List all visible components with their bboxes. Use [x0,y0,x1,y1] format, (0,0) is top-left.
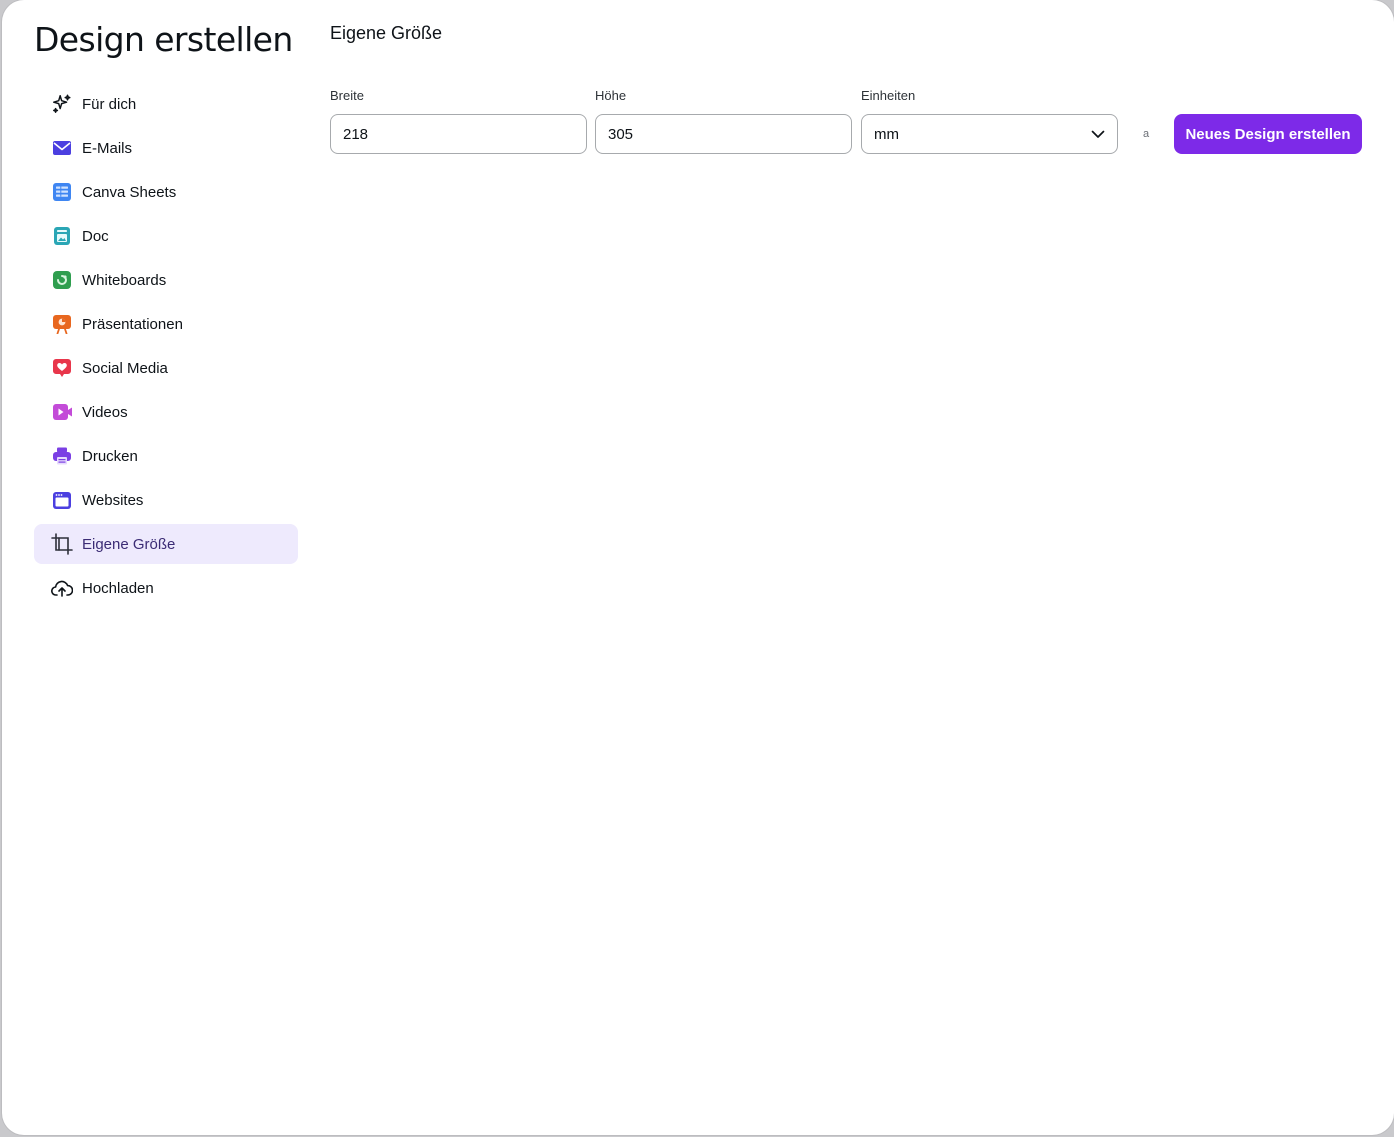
sidebar-item-doc[interactable]: Doc [34,216,298,256]
sheet-icon [50,180,74,204]
sidebar-item-label: Für dich [82,95,137,113]
width-input[interactable] [330,114,587,154]
sidebar-item-label: Drucken [82,447,138,465]
sidebar-item-praesentationen[interactable]: Präsentationen [34,304,298,344]
units-selected-value: mm [874,125,899,143]
sidebar-item-label: Doc [82,227,109,245]
sidebar-item-canva-sheets[interactable]: Canva Sheets [34,172,298,212]
custom-size-panel: Eigene Größe Breite Höhe Einheiten mm a … [330,0,1394,1135]
video-icon [50,400,74,424]
sidebar-item-label: E-Mails [82,139,133,157]
sidebar-item-label: Social Media [82,359,168,377]
sidebar-nav: Für dich E-Mails Canva Sheets Doc Whiteb… [34,84,298,612]
sidebar-item-social-media[interactable]: Social Media [34,348,298,388]
sidebar-item-label: Hochladen [82,579,154,597]
sidebar-item-websites[interactable]: Websites [34,480,298,520]
sidebar-item-label: Canva Sheets [82,183,177,201]
units-label: Einheiten [861,88,916,103]
panel-title: Eigene Größe [330,23,443,43]
sidebar-item-label: Eigene Größe [82,535,176,553]
create-new-design-button[interactable]: Neues Design erstellen [1174,114,1362,154]
create-design-dialog: Design erstellen Für dich E-Mails Canva … [2,0,1394,1135]
sidebar-item-drucken[interactable]: Drucken [34,436,298,476]
aspect-lock-toggle[interactable]: a [1138,124,1154,144]
printer-icon [50,444,74,468]
sidebar-item-fuer-dich[interactable]: Für dich [34,84,298,124]
upload-cloud-icon [50,576,74,600]
chevron-down-icon [1091,130,1105,139]
sidebar-item-whiteboards[interactable]: Whiteboards [34,260,298,300]
sidebar: Design erstellen Für dich E-Mails Canva … [2,0,312,1135]
sidebar-item-hochladen[interactable]: Hochladen [34,568,298,608]
width-label: Breite [330,88,364,103]
height-input[interactable] [595,114,852,154]
sidebar-item-label: Websites [82,491,144,509]
heart-icon [50,356,74,380]
presentation-icon [50,312,74,336]
doc-icon [50,224,74,248]
height-label: Höhe [595,88,627,103]
envelope-icon [50,136,74,160]
whiteboard-icon [50,268,74,292]
sidebar-item-emails[interactable]: E-Mails [34,128,298,168]
sidebar-item-videos[interactable]: Videos [34,392,298,432]
website-icon [50,488,74,512]
lock-icon: a [1142,128,1150,140]
sidebar-item-eigene-groesse[interactable]: Eigene Größe [34,524,298,564]
sidebar-item-label: Whiteboards [82,271,167,289]
sidebar-item-label: Videos [82,403,128,421]
units-select[interactable]: mm [861,114,1118,154]
custom-size-icon [50,532,74,556]
sidebar-item-label: Präsentationen [82,315,183,333]
sparkle-icon [50,92,74,116]
dialog-title: Design erstellen [34,20,293,59]
